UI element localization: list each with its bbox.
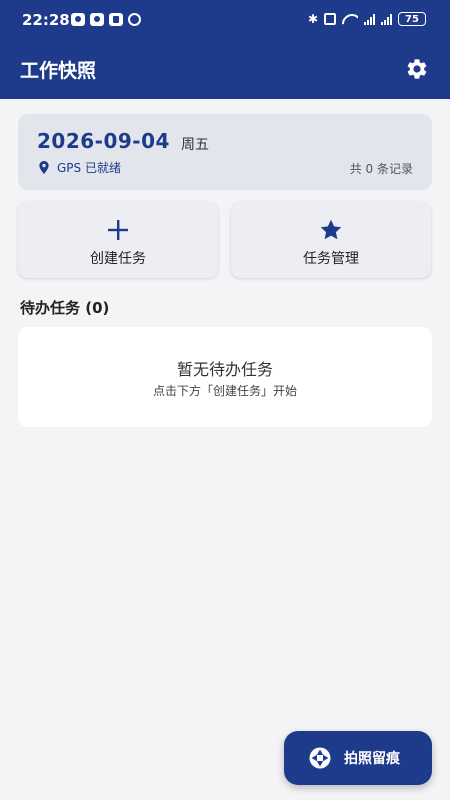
create-task-button[interactable]: 创建任务 <box>18 202 218 278</box>
gps-status: GPS 已就绪 <box>39 159 121 176</box>
status-bar: 22:28 ✱ 75 <box>0 0 450 40</box>
pending-tasks-empty-state: 暂无待办任务 点击下方「创建任务」开始 <box>18 327 432 427</box>
notification-icons <box>71 13 141 26</box>
bluetooth-icon: ✱ <box>307 12 318 26</box>
task-management-label: 任务管理 <box>303 251 359 267</box>
camera-shutter-icon <box>308 746 332 770</box>
task-management-button[interactable]: 任务管理 <box>231 202 431 278</box>
location-pin-icon <box>39 161 49 174</box>
message-notification-icon <box>90 13 104 26</box>
empty-state-hint: 点击下方「创建任务」开始 <box>152 384 297 398</box>
status-time: 22:28 <box>22 11 70 29</box>
battery-icon: 75 <box>398 12 426 26</box>
settings-button[interactable] <box>403 55 431 83</box>
signal-icon-2 <box>381 13 392 25</box>
star-icon <box>319 218 343 242</box>
current-date: 2026-09-04 <box>37 129 170 153</box>
empty-state-title: 暂无待办任务 <box>176 360 273 379</box>
take-photo-label: 拍照留痕 <box>344 751 400 767</box>
create-task-label: 创建任务 <box>90 251 146 267</box>
gps-status-label: GPS 已就绪 <box>57 161 121 175</box>
wifi-icon <box>342 13 358 25</box>
take-photo-fab[interactable]: 拍照留痕 <box>284 731 432 785</box>
date-card: 2026-09-04 周五 GPS 已就绪 共 0 条记录 <box>18 114 432 190</box>
record-count: 共 0 条记录 <box>349 162 413 176</box>
nfc-icon <box>109 13 123 26</box>
app-screen: 22:28 ✱ 75 工作快照 2026-09-04 周五 GPS 已就绪 共 … <box>0 0 450 800</box>
weekday: 周五 <box>181 137 209 153</box>
header: 22:28 ✱ 75 工作快照 <box>0 0 450 99</box>
signal-icon <box>364 13 375 25</box>
pending-tasks-title: 待办任务 (0) <box>20 299 110 317</box>
app-notification-icon <box>71 13 85 26</box>
alarm-icon <box>128 13 141 26</box>
system-icons: ✱ 75 <box>308 12 426 26</box>
gear-icon <box>407 59 427 79</box>
plus-icon <box>106 218 130 242</box>
page-title: 工作快照 <box>20 60 97 82</box>
vibrate-icon <box>324 13 336 25</box>
